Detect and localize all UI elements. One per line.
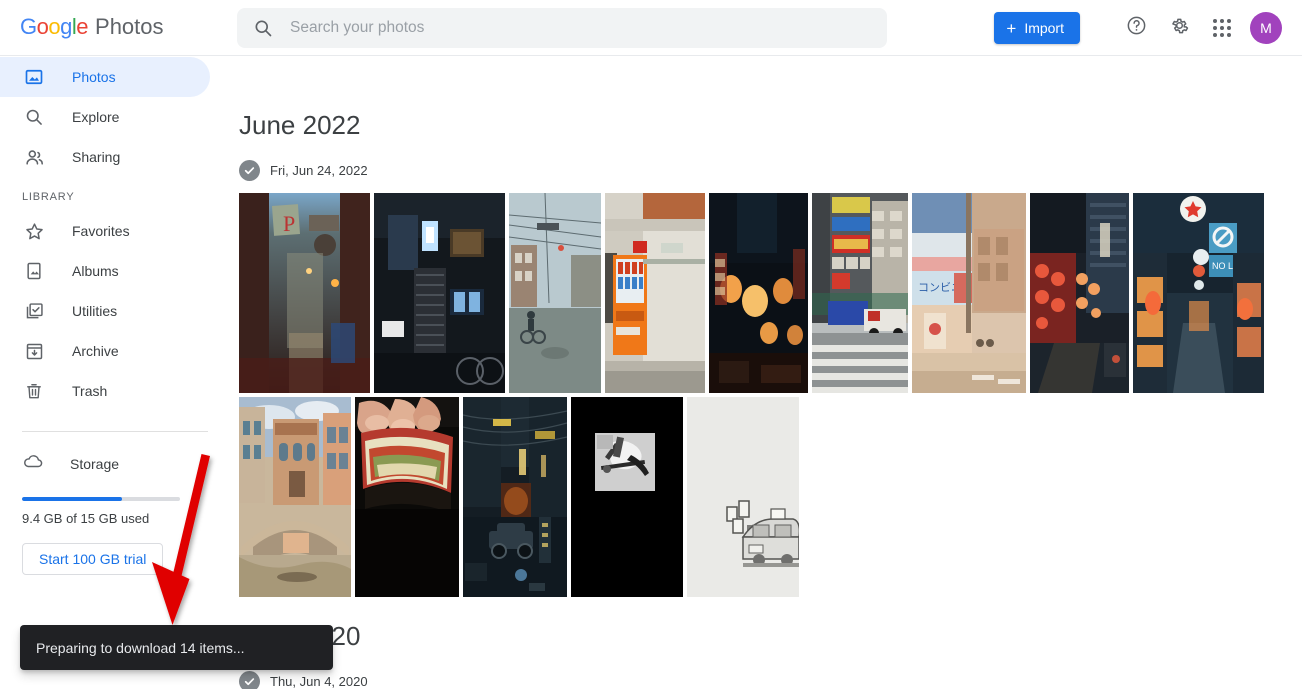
download-toast: Preparing to download 14 items... (20, 625, 333, 670)
cloud-icon (22, 450, 44, 477)
import-button[interactable]: + Import (994, 12, 1080, 44)
avatar[interactable]: M (1250, 12, 1282, 44)
day-header: Fri, Jun 24, 2022 (239, 160, 1302, 181)
search-icon (22, 105, 46, 129)
people-icon (22, 145, 46, 169)
page-title: June 2022 (239, 110, 361, 140)
gear-icon (1169, 15, 1190, 41)
toast-message: Preparing to download 14 items... (36, 639, 245, 656)
sidebar-item-photos[interactable]: Photos (0, 57, 210, 97)
google-apps-button[interactable] (1206, 12, 1238, 44)
sidebar-item-label: Explore (72, 109, 120, 125)
photo-thumb-blue-alley-lanterns[interactable]: NO LITTER (1133, 193, 1264, 393)
photo-thumb-venice-canal-painting[interactable] (239, 397, 351, 597)
sidebar-item-label: Sharing (72, 149, 121, 165)
utilities-icon (22, 299, 46, 323)
brand-logo[interactable]: Google Photos (20, 14, 164, 40)
photo-thumb-quiet-street-cyclist[interactable] (509, 193, 601, 393)
photo-thumb-street-crossing-van[interactable] (812, 193, 908, 393)
star-icon (22, 219, 46, 243)
import-button-label: Import (1024, 20, 1064, 36)
photo-icon (22, 65, 46, 89)
storage-progress-fill (22, 497, 122, 501)
sidebar-item-favorites[interactable]: Favorites (0, 211, 210, 251)
storage-label: Storage (70, 455, 120, 472)
sidebar-item-archive[interactable]: Archive (0, 331, 210, 371)
search-icon (253, 18, 273, 38)
plus-icon: + (1006, 18, 1017, 38)
photo-thumb-red-lantern-alley-night[interactable] (1030, 193, 1129, 393)
day-label-next: Thu, Jun 4, 2020 (270, 674, 368, 689)
day-select-checkbox[interactable] (239, 160, 260, 181)
photo-thumb-black-frame-bw-inset[interactable] (571, 397, 683, 597)
top-app-bar: Google Photos Search your photos + Impor… (0, 0, 1302, 56)
photo-grid-main: June 2022 Fri, Jun 24, 2022 P コンビニ NO Th… (230, 57, 1302, 689)
photo-thumb-night-stairs-building[interactable] (374, 193, 505, 393)
month-section-june-2022: June 2022 Fri, Jun 24, 2022 P コンビニ NO (230, 57, 1302, 597)
library-heading: LIBRARY (22, 191, 75, 203)
sidebar-item-trash[interactable]: Trash (0, 371, 210, 411)
photo-thumb-cyberpunk-alley-car[interactable] (463, 397, 567, 597)
svg-text:P: P (283, 211, 295, 236)
photo-thumb-alley-market-daylight[interactable]: P (239, 193, 370, 393)
month-section-june-2020: June 2020 Thu, Jun 4, 2020 (230, 601, 1302, 689)
day-select-checkbox[interactable] (239, 671, 260, 689)
sidebar-item-label: Utilities (72, 303, 118, 319)
start-trial-button[interactable]: Start 100 GB trial (22, 543, 164, 575)
storage-used-text: 9.4 GB of 15 GB used (22, 511, 150, 526)
settings-button[interactable] (1163, 12, 1195, 44)
photo-row (239, 397, 1302, 597)
photo-thumb-vending-machine-corner[interactable] (605, 193, 705, 393)
sidebar-item-albums[interactable]: Albums (0, 251, 210, 291)
google-wordmark: Google (20, 14, 89, 39)
sidebar-item-label: Favorites (72, 223, 130, 239)
sidebar-item-explore[interactable]: Explore (0, 97, 210, 137)
photo-thumb-red-lanterns-dark[interactable] (709, 193, 808, 393)
storage-header[interactable]: Storage (22, 450, 208, 477)
help-button[interactable] (1120, 12, 1152, 44)
day-label: Fri, Jun 24, 2022 (270, 163, 368, 178)
avatar-initial: M (1260, 20, 1272, 36)
sidebar: Photos Explore Sharing LIBRARY Favorites (0, 57, 230, 689)
page-title-next: June 2020 (239, 601, 1302, 649)
sidebar-item-label: Trash (72, 383, 108, 399)
photo-thumb-sketch-car-light[interactable] (687, 397, 799, 597)
search-input[interactable]: Search your photos (290, 19, 424, 37)
help-circle-icon (1126, 15, 1147, 41)
storage-progress-track (22, 497, 180, 501)
apps-grid-icon (1213, 19, 1231, 37)
sidebar-item-sharing[interactable]: Sharing (0, 137, 210, 177)
sidebar-item-label: Albums (72, 263, 119, 279)
search-bar[interactable]: Search your photos (237, 8, 887, 48)
archive-icon (22, 339, 46, 363)
product-name: Photos (95, 14, 164, 39)
sidebar-item-utilities[interactable]: Utilities (0, 291, 210, 331)
sidebar-item-label: Archive (72, 343, 119, 359)
sidebar-item-label: Photos (72, 69, 116, 85)
storage-section: Storage 9.4 GB of 15 GB used Start 100 G… (0, 432, 230, 575)
trash-icon (22, 379, 46, 403)
photo-thumb-convenience-store-day[interactable]: コンビニ (912, 193, 1026, 393)
day-header-next: Thu, Jun 4, 2020 (239, 671, 1302, 689)
photo-thumb-hands-book-painting[interactable] (355, 397, 459, 597)
album-icon (22, 259, 46, 283)
photo-row: P コンビニ NO (239, 193, 1302, 393)
